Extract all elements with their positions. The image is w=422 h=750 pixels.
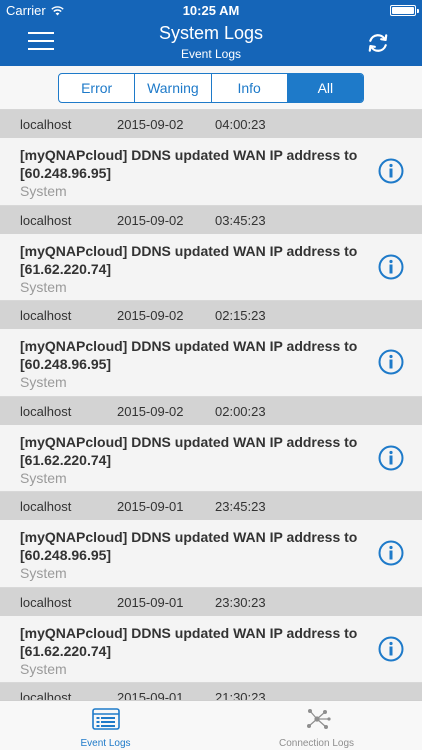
log-date: 2015-09-02 — [117, 212, 184, 228]
log-entry-header: localhost 2015-09-02 02:15:23 — [0, 301, 422, 329]
log-entry-header: localhost 2015-09-01 21:30:23 — [0, 683, 422, 700]
log-category: System — [20, 278, 67, 295]
log-entry[interactable]: localhost 2015-09-02 04:00:23 [myQNAPclo… — [0, 110, 422, 206]
event-logs-icon — [92, 708, 120, 730]
log-category: System — [20, 183, 67, 199]
status-bar: Carrier 10:25 AM — [0, 0, 422, 20]
log-message: [myQNAPcloud] DDNS updated WAN IP addres… — [20, 624, 358, 659]
battery-icon — [390, 5, 419, 16]
log-entry-header: localhost 2015-09-01 23:45:23 — [0, 492, 422, 520]
tab-bar: Event Logs Connection Logs — [0, 700, 422, 750]
log-entry[interactable]: localhost 2015-09-02 03:45:23 [myQNAPclo… — [0, 205, 422, 301]
log-time: 23:30:23 — [215, 594, 266, 610]
info-icon[interactable] — [378, 158, 404, 184]
log-entry[interactable]: localhost 2015-09-02 02:00:23 [myQNAPclo… — [0, 396, 422, 492]
navigation-header: Carrier 10:25 AM System Logs Event Logs — [0, 0, 422, 66]
info-icon[interactable] — [378, 349, 404, 375]
log-entry[interactable]: localhost 2015-09-01 23:45:23 [myQNAPclo… — [0, 492, 422, 588]
log-category: System — [20, 374, 67, 390]
log-message: [myQNAPcloud] DDNS updated WAN IP addres… — [20, 433, 358, 468]
tab-connection-logs[interactable]: Connection Logs — [211, 701, 422, 750]
tab-label-event-logs: Event Logs — [80, 738, 131, 749]
log-time: 04:00:23 — [215, 117, 266, 132]
log-entry[interactable]: localhost 2015-09-01 21:30:23 — [0, 683, 422, 700]
log-entry[interactable]: localhost 2015-09-02 02:15:23 [myQNAPclo… — [0, 301, 422, 397]
tab-label-connection-logs: Connection Logs — [278, 738, 355, 749]
event-log-list[interactable]: localhost 2015-09-02 04:00:23 [myQNAPclo… — [0, 110, 422, 700]
filter-info[interactable]: Info — [210, 74, 287, 102]
info-icon[interactable] — [378, 636, 404, 662]
log-time: 23:45:23 — [215, 499, 266, 514]
info-icon[interactable] — [378, 445, 404, 471]
page-subtitle: Event Logs — [180, 47, 242, 61]
log-date: 2015-09-02 — [117, 308, 184, 323]
log-message: [myQNAPcloud] DDNS updated WAN IP addres… — [20, 338, 358, 372]
log-time: 02:15:23 — [215, 308, 266, 323]
info-icon[interactable] — [378, 540, 404, 566]
log-host: localhost — [20, 499, 72, 514]
log-date: 2015-09-01 — [117, 690, 184, 700]
log-entry-header: localhost 2015-09-01 23:30:23 — [0, 587, 422, 616]
log-date: 2015-09-02 — [117, 117, 184, 132]
log-host: localhost — [20, 594, 72, 610]
log-level-filter: Error Warning Info All — [58, 73, 364, 103]
log-host: localhost — [20, 308, 72, 323]
status-time: 10:25 AM — [182, 3, 240, 18]
refresh-icon[interactable] — [366, 31, 390, 55]
log-category: System — [20, 660, 67, 677]
log-date: 2015-09-02 — [117, 403, 184, 419]
log-message: [myQNAPcloud] DDNS updated WAN IP addres… — [20, 242, 358, 277]
log-date: 2015-09-01 — [117, 499, 184, 514]
log-entry-header: localhost 2015-09-02 04:00:23 — [0, 110, 422, 138]
log-time: 03:45:23 — [215, 212, 266, 228]
log-message: [myQNAPcloud] DDNS updated WAN IP addres… — [20, 147, 358, 181]
log-host: localhost — [20, 690, 72, 700]
log-host: localhost — [20, 403, 72, 419]
info-icon[interactable] — [378, 254, 404, 280]
log-entry[interactable]: localhost 2015-09-01 23:30:23 [myQNAPclo… — [0, 587, 422, 683]
connection-logs-icon — [307, 709, 331, 729]
log-entry-header: localhost 2015-09-02 03:45:23 — [0, 205, 422, 234]
log-category: System — [20, 469, 67, 486]
log-host: localhost — [20, 212, 72, 228]
filter-error[interactable]: Error — [59, 74, 134, 102]
log-date: 2015-09-01 — [117, 594, 184, 610]
log-time: 02:00:23 — [215, 403, 266, 419]
filter-bar: Error Warning Info All — [0, 66, 422, 110]
log-message: [myQNAPcloud] DDNS updated WAN IP addres… — [20, 529, 358, 563]
tab-event-logs[interactable]: Event Logs — [0, 701, 211, 750]
log-entry-header: localhost 2015-09-02 02:00:23 — [0, 396, 422, 425]
filter-warning[interactable]: Warning — [134, 74, 210, 102]
log-host: localhost — [20, 117, 72, 132]
log-time: 21:30:23 — [215, 690, 266, 700]
filter-all[interactable]: All — [286, 74, 363, 102]
page-title: System Logs — [158, 23, 264, 43]
log-category: System — [20, 565, 67, 581]
